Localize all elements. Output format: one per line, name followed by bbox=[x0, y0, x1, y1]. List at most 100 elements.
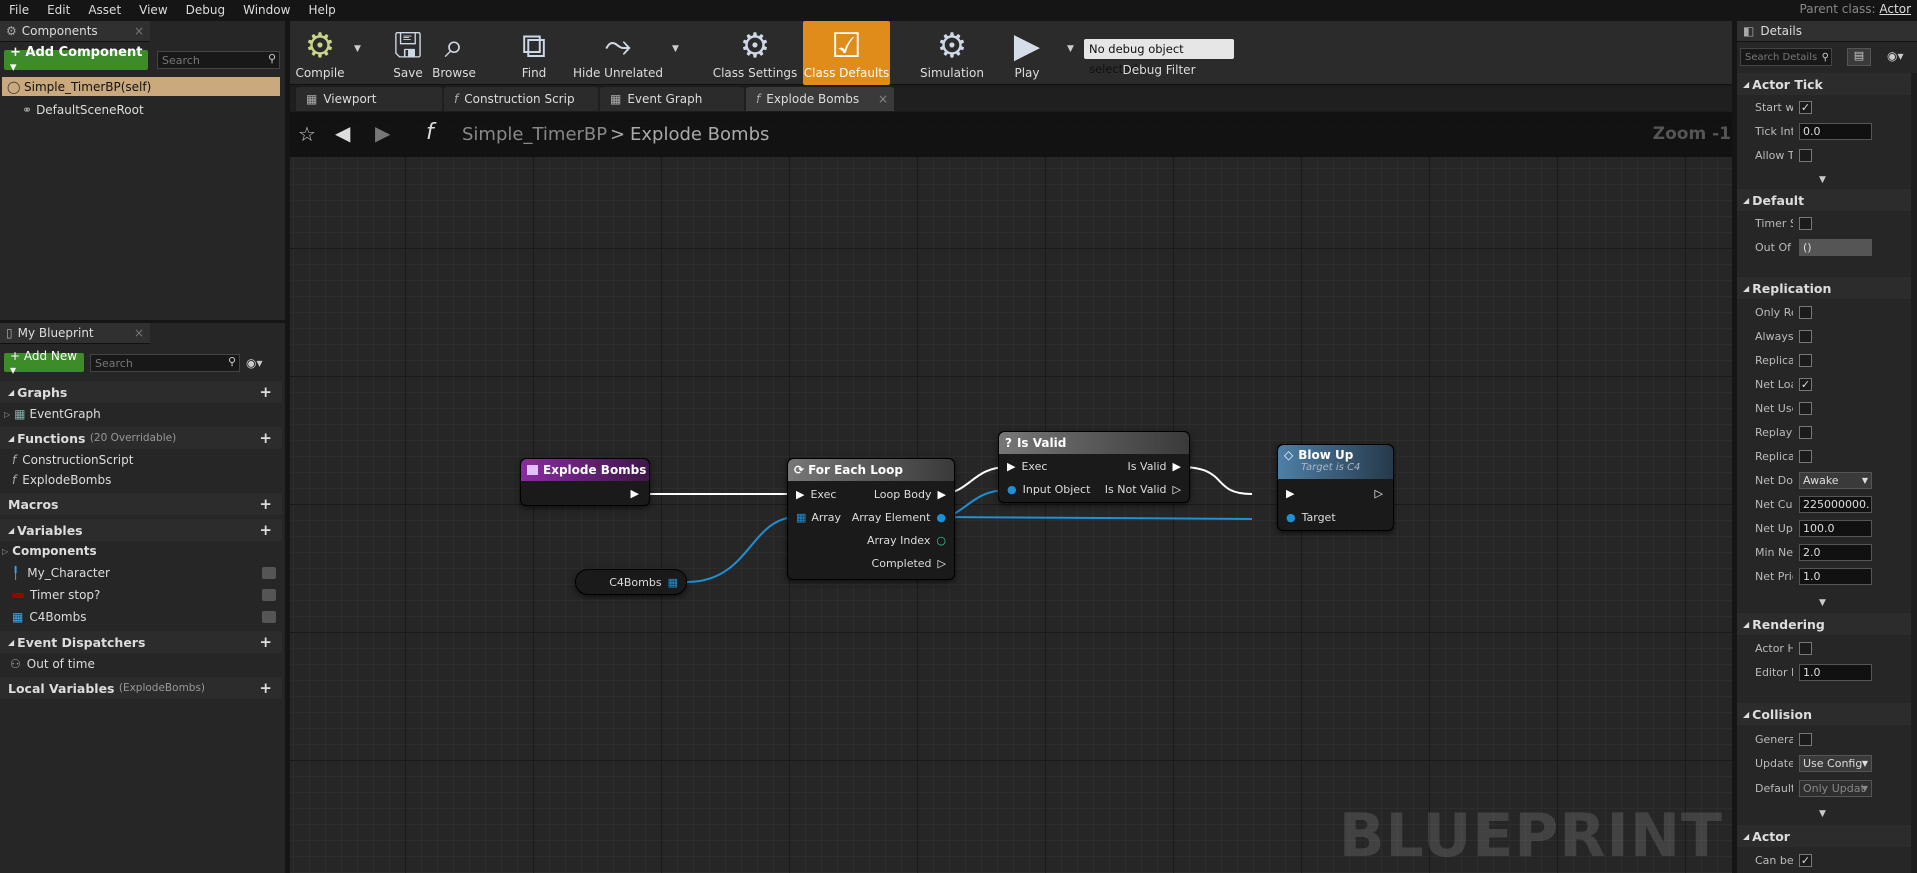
function-item-explodebombs[interactable]: f ExplodeBombs bbox=[12, 471, 111, 489]
visibility-eye-icon[interactable] bbox=[262, 567, 276, 579]
checkbox[interactable] bbox=[1799, 149, 1812, 162]
section-default[interactable]: ◢ Default bbox=[1737, 189, 1917, 211]
compile-options-chevron-icon[interactable]: ▼ bbox=[354, 44, 361, 54]
foreach-array-input[interactable]: ▦ Array bbox=[796, 511, 841, 524]
section-collision[interactable]: ◢ Collision bbox=[1737, 703, 1917, 725]
update-dropdown[interactable]: Use Config ▼ bbox=[1799, 755, 1872, 772]
graph-item-eventgraph[interactable]: ▷ ▦ EventGraph bbox=[4, 405, 101, 423]
eye-icon[interactable]: ◉▾ bbox=[246, 356, 263, 370]
isvalid-valid-output[interactable]: Is Valid ▶ bbox=[1128, 460, 1181, 473]
menu-file[interactable]: File bbox=[0, 0, 38, 21]
details-search-input[interactable]: Search Details ⚲ bbox=[1740, 48, 1832, 66]
checkbox[interactable] bbox=[1799, 450, 1812, 463]
view-options-icon[interactable]: ◉▾ bbox=[1887, 49, 1904, 63]
foreach-array-index-output[interactable]: Array Index ○ bbox=[867, 534, 946, 547]
simulation-button[interactable]: ⚙ Simulation bbox=[916, 21, 988, 85]
add-graph-icon[interactable]: + bbox=[259, 383, 272, 401]
component-item-self[interactable]: ◯ Simple_TimerBP(self) bbox=[2, 77, 280, 96]
add-macro-icon[interactable]: + bbox=[259, 495, 272, 513]
add-local-variable-icon[interactable]: + bbox=[259, 679, 272, 697]
menu-debug[interactable]: Debug bbox=[177, 0, 234, 21]
add-variable-icon[interactable]: + bbox=[259, 521, 272, 539]
components-tab[interactable]: ⚙ Components × bbox=[0, 21, 150, 42]
editor-b-field[interactable]: 1.0 bbox=[1799, 664, 1872, 681]
section-macros[interactable]: Macros + bbox=[0, 493, 282, 515]
graph-canvas[interactable]: ☆ ◀ ▶ f Simple_TimerBP > Explode Bombs Z… bbox=[290, 112, 1737, 873]
hide-unrelated-chevron-icon[interactable]: ▼ bbox=[672, 44, 679, 54]
compile-button[interactable]: ⚙ Compile bbox=[294, 21, 346, 85]
node-blow-up[interactable]: ◇ Blow Up Target is C4 ▶ ▷ ● Target bbox=[1277, 444, 1394, 531]
visibility-eye-icon[interactable] bbox=[262, 611, 276, 623]
section-local-variables[interactable]: Local Variables (ExplodeBombs) + bbox=[0, 677, 282, 699]
add-dispatcher-icon[interactable]: + bbox=[259, 633, 272, 651]
menu-edit[interactable]: Edit bbox=[38, 0, 79, 21]
browse-button[interactable]: ⌕ Browse bbox=[430, 21, 478, 85]
checkbox-checked[interactable]: ✓ bbox=[1799, 378, 1812, 391]
default2-dropdown[interactable]: Only Updat ▼ bbox=[1799, 780, 1872, 797]
isvalid-input-object[interactable]: ● Input Object bbox=[1007, 483, 1090, 496]
checkbox-checked[interactable]: ✓ bbox=[1799, 101, 1812, 114]
tab-explode-bombs[interactable]: f Explode Bombs × bbox=[746, 87, 894, 111]
close-icon[interactable]: × bbox=[134, 326, 144, 340]
details-scrollbar[interactable] bbox=[1911, 73, 1917, 873]
section-actor[interactable]: ◢ Actor bbox=[1737, 825, 1917, 847]
menu-asset[interactable]: Asset bbox=[79, 0, 130, 21]
checkbox[interactable] bbox=[1799, 354, 1812, 367]
play-button[interactable]: ▶ Play bbox=[1002, 21, 1052, 85]
exec-output-pin[interactable]: ▶ bbox=[631, 487, 639, 500]
section-replication[interactable]: ◢ Replication bbox=[1737, 277, 1917, 299]
checkbox[interactable] bbox=[1799, 330, 1812, 343]
tick-interval-field[interactable]: 0.0 bbox=[1799, 123, 1872, 140]
expand-advanced-icon[interactable]: ▼ bbox=[1819, 175, 1826, 185]
blowup-target-input[interactable]: ● Target bbox=[1286, 511, 1336, 524]
section-graphs[interactable]: ◢ Graphs + bbox=[0, 381, 282, 403]
my-blueprint-search-input[interactable]: Search ⚲ bbox=[90, 354, 240, 372]
parent-class-link[interactable]: Actor bbox=[1879, 2, 1911, 16]
tab-event-graph[interactable]: ▦ Event Graph bbox=[600, 87, 744, 111]
isvalid-exec-input[interactable]: ▶ Exec bbox=[1007, 460, 1047, 473]
class-defaults-button[interactable]: ☑ Class Defaults bbox=[803, 21, 890, 85]
variable-item-c4bombs[interactable]: ▦ C4Bombs bbox=[12, 608, 280, 626]
add-function-icon[interactable]: + bbox=[259, 429, 272, 447]
net-priority-field[interactable]: 1.0 bbox=[1799, 568, 1872, 585]
checkbox[interactable] bbox=[1799, 642, 1812, 655]
visibility-eye-icon[interactable] bbox=[262, 589, 276, 601]
section-rendering[interactable]: ◢ Rendering bbox=[1737, 613, 1917, 635]
min-net-field[interactable]: 2.0 bbox=[1799, 544, 1872, 561]
net-cull-field[interactable]: 225000000. bbox=[1799, 496, 1872, 513]
function-item-construction[interactable]: f ConstructionScript bbox=[12, 451, 133, 469]
close-icon[interactable]: × bbox=[134, 24, 144, 38]
hide-unrelated-button[interactable]: ⤳ Hide Unrelated bbox=[573, 21, 663, 85]
checkbox[interactable] bbox=[1799, 733, 1812, 746]
component-item-scene-root[interactable]: ⚭ DefaultSceneRoot bbox=[22, 101, 144, 119]
my-blueprint-tab[interactable]: ▯ My Blueprint × bbox=[0, 323, 150, 344]
foreach-completed-output[interactable]: Completed ▷ bbox=[872, 557, 946, 570]
checkbox-checked[interactable]: ✓ bbox=[1799, 854, 1812, 867]
play-options-chevron-icon[interactable]: ▼ bbox=[1067, 44, 1074, 54]
close-tab-icon[interactable]: × bbox=[878, 92, 888, 106]
components-search-input[interactable]: Search ⚲ bbox=[157, 51, 280, 69]
out-of-field[interactable]: () bbox=[1799, 239, 1872, 256]
node-function-entry[interactable]: Explode Bombs ▶ bbox=[520, 458, 650, 506]
checkbox[interactable] bbox=[1799, 426, 1812, 439]
section-variables[interactable]: ◢ Variables + bbox=[0, 519, 282, 541]
section-event-dispatchers[interactable]: ◢ Event Dispatchers + bbox=[0, 631, 282, 653]
add-component-button[interactable]: + Add Component ▾ bbox=[4, 45, 148, 75]
property-matrix-icon[interactable]: ▤ bbox=[1847, 48, 1871, 66]
menu-window[interactable]: Window bbox=[234, 0, 299, 21]
checkbox[interactable] bbox=[1799, 217, 1812, 230]
add-new-button[interactable]: + Add New ▾ bbox=[4, 349, 84, 377]
debug-object-select[interactable]: No debug object selected ▾ bbox=[1084, 39, 1234, 76]
blowup-exec-output[interactable]: ▷ bbox=[1375, 487, 1383, 500]
expand-advanced-icon[interactable]: ▼ bbox=[1819, 598, 1826, 608]
foreach-loop-body-output[interactable]: Loop Body ▶ bbox=[874, 488, 946, 501]
checkbox[interactable] bbox=[1799, 306, 1812, 319]
details-tab[interactable]: ◧ Details bbox=[1737, 21, 1917, 42]
isvalid-not-valid-output[interactable]: Is Not Valid ▷ bbox=[1105, 483, 1181, 496]
node-for-each-loop[interactable]: ⟳ For Each Loop ▶ Exec ▦ Array Loop Body ▶ A… bbox=[787, 458, 955, 580]
node-c4bombs-getter[interactable]: C4Bombs ▦ bbox=[575, 569, 687, 595]
net-update-field[interactable]: 100.0 bbox=[1799, 520, 1872, 537]
variable-category-components[interactable]: ▷ Components bbox=[2, 542, 97, 560]
class-settings-button[interactable]: ⚙ Class Settings bbox=[709, 21, 801, 85]
expand-advanced-icon[interactable]: ▼ bbox=[1819, 809, 1826, 819]
